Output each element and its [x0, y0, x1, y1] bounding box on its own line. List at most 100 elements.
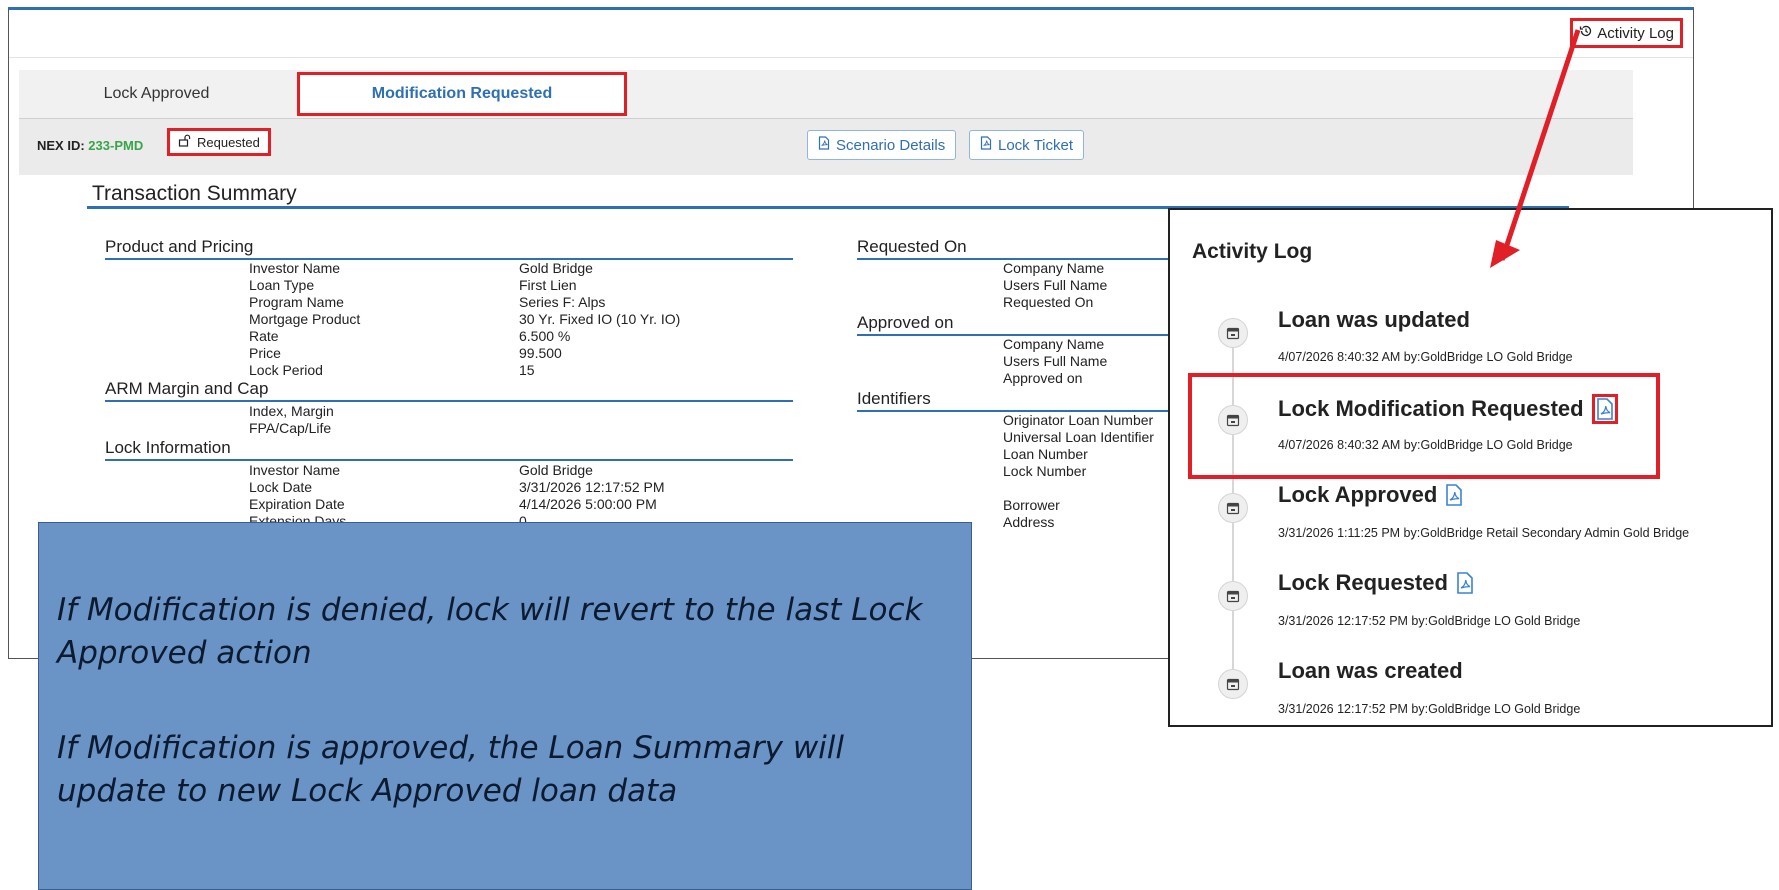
- panel-title: Activity Log: [1192, 240, 1313, 263]
- calendar-icon: [1218, 318, 1248, 348]
- field-label: Requested On: [1003, 294, 1094, 310]
- field-value: Series F: Alps: [519, 294, 606, 310]
- field-label: Originator Loan Number: [1003, 412, 1154, 428]
- field-label: Company Name: [1003, 336, 1105, 352]
- field-label: Program Name: [249, 294, 344, 310]
- field-value: 30 Yr. Fixed IO (10 Yr. IO): [519, 311, 681, 327]
- field-value: 6.500 %: [519, 328, 571, 344]
- scenario-details-label: Scenario Details: [836, 136, 946, 154]
- pdf-icon[interactable]: [1445, 484, 1463, 506]
- field-label: Lock Period: [249, 362, 323, 378]
- calendar-icon: [1218, 581, 1248, 611]
- product-pricing-labels: Investor Name Loan Type Program Name Mor…: [249, 260, 360, 379]
- field-value: Gold Bridge: [519, 462, 593, 478]
- lock-ticket-label: Lock Ticket: [998, 136, 1074, 154]
- entry-title-text: Loan was created: [1278, 658, 1463, 683]
- field-label: Borrower: [1003, 497, 1060, 513]
- approved-on-labels: Company Name Users Full Name Approved on: [1003, 336, 1107, 387]
- entry-title-text: Lock Modification Requested: [1278, 396, 1584, 421]
- tab-lock-approved[interactable]: Lock Approved: [29, 72, 284, 116]
- log-entry-title: Loan was updated: [1278, 307, 1470, 333]
- requested-on-heading: Requested On: [857, 237, 967, 256]
- log-entry-meta: 3/31/2026 12:17:52 PM by:GoldBridge LO G…: [1278, 702, 1581, 716]
- field-label: Mortgage Product: [249, 311, 361, 327]
- approved-on-heading: Approved on: [857, 313, 954, 332]
- field-value: 3/31/2026 12:17:52 PM: [519, 479, 665, 495]
- log-entry-meta: 4/07/2026 8:40:32 AM by:GoldBridge LO Go…: [1278, 350, 1573, 364]
- nex-id-value: 233-PMD: [88, 138, 144, 153]
- tab-bar: Lock Approved Modification Requested: [19, 70, 1633, 119]
- field-label: Index, Margin: [249, 403, 334, 419]
- log-entry-meta: 3/31/2026 1:11:25 PM by:GoldBridge Retai…: [1278, 526, 1690, 540]
- callout-text-denied: If Modification is denied, lock will rev…: [57, 592, 923, 671]
- log-entry-title: Lock Approved: [1278, 482, 1463, 508]
- calendar-icon: [1218, 493, 1248, 523]
- info-bar: NEX ID: 233-PMD Requested Scenario Detai…: [19, 119, 1633, 175]
- lock-ticket-button[interactable]: Lock Ticket: [969, 130, 1085, 160]
- entry-title-text: Lock Requested: [1278, 570, 1448, 595]
- unlock-icon: [178, 134, 191, 150]
- field-label: Universal Loan Identifier: [1003, 429, 1154, 445]
- section-title: Transaction Summary: [92, 182, 297, 205]
- field-label: Lock Number: [1003, 463, 1087, 479]
- pdf-icon: [980, 136, 992, 154]
- field-label: Approved on: [1003, 370, 1083, 386]
- lock-info-labels: Investor Name Lock Date Expiration Date …: [249, 462, 346, 530]
- calendar-icon: [1218, 405, 1248, 435]
- field-label: Loan Number: [1003, 446, 1088, 462]
- pdf-icon[interactable]: [1591, 394, 1618, 424]
- calendar-icon: [1218, 669, 1248, 699]
- lock-info-values: Gold Bridge 3/31/2026 12:17:52 PM 4/14/2…: [519, 462, 665, 530]
- entry-title-text: Loan was updated: [1278, 307, 1470, 332]
- arm-labels: Index, Margin FPA/Cap/Life: [249, 403, 334, 437]
- field-label: Users Full Name: [1003, 277, 1108, 293]
- product-pricing-heading: Product and Pricing: [105, 237, 254, 256]
- log-entry-title: Lock Modification Requested: [1278, 394, 1618, 424]
- pdf-icon[interactable]: [1456, 572, 1474, 594]
- divider: [9, 57, 1693, 58]
- activity-log-link[interactable]: Activity Log: [1570, 18, 1683, 48]
- requested-on-labels: Company Name Users Full Name Requested O…: [1003, 260, 1107, 311]
- field-label: Price: [249, 345, 281, 361]
- lock-information-heading: Lock Information: [105, 438, 231, 457]
- status-text: Requested: [197, 134, 260, 150]
- pdf-icon: [818, 136, 830, 154]
- field-label: Rate: [249, 328, 279, 344]
- log-entry-meta: 3/31/2026 12:17:52 PM by:GoldBridge LO G…: [1278, 614, 1581, 628]
- status-badge: Requested: [167, 128, 271, 156]
- field-label: Expiration Date: [249, 496, 345, 512]
- field-label: Address: [1003, 514, 1055, 530]
- log-entry-title: Lock Requested: [1278, 570, 1474, 596]
- entry-title-text: Lock Approved: [1278, 482, 1438, 507]
- activity-log-label: Activity Log: [1597, 24, 1674, 42]
- divider: [105, 400, 793, 402]
- field-label: Users Full Name: [1003, 353, 1108, 369]
- arm-heading: ARM Margin and Cap: [105, 379, 269, 398]
- field-label: [1003, 480, 1154, 497]
- identifiers-labels: Originator Loan Number Universal Loan Id…: [1003, 412, 1154, 531]
- nex-id: NEX ID: 233-PMD: [37, 138, 143, 153]
- log-entry-meta: 4/07/2026 8:40:32 AM by:GoldBridge LO Go…: [1278, 438, 1573, 452]
- tab-modification-requested[interactable]: Modification Requested: [297, 72, 627, 116]
- field-label: Investor Name: [249, 260, 341, 276]
- activity-log-panel: Activity Log Loan was updated 4/07/2026 …: [1168, 208, 1773, 727]
- field-label: Lock Date: [249, 479, 313, 495]
- divider: [105, 258, 793, 260]
- field-value: 99.500: [519, 345, 562, 361]
- history-icon: [1579, 24, 1593, 42]
- divider: [105, 459, 793, 461]
- scenario-details-button[interactable]: Scenario Details: [807, 130, 957, 160]
- field-label: Company Name: [1003, 260, 1105, 276]
- info-callout: If Modification is denied, lock will rev…: [38, 522, 972, 890]
- log-entry-title: Loan was created: [1278, 658, 1463, 684]
- identifiers-heading: Identifiers: [857, 389, 931, 408]
- product-pricing-values: Gold Bridge First Lien Series F: Alps 30…: [519, 260, 680, 379]
- field-value: 15: [519, 362, 535, 378]
- field-value: First Lien: [519, 277, 577, 293]
- highlight-box: [1188, 373, 1660, 479]
- field-label: Loan Type: [249, 277, 315, 293]
- field-value: Gold Bridge: [519, 260, 593, 276]
- nex-id-label: NEX ID:: [37, 138, 85, 153]
- callout-text-approved: If Modification is approved, the Loan Su…: [57, 730, 845, 809]
- field-label: Investor Name: [249, 462, 341, 478]
